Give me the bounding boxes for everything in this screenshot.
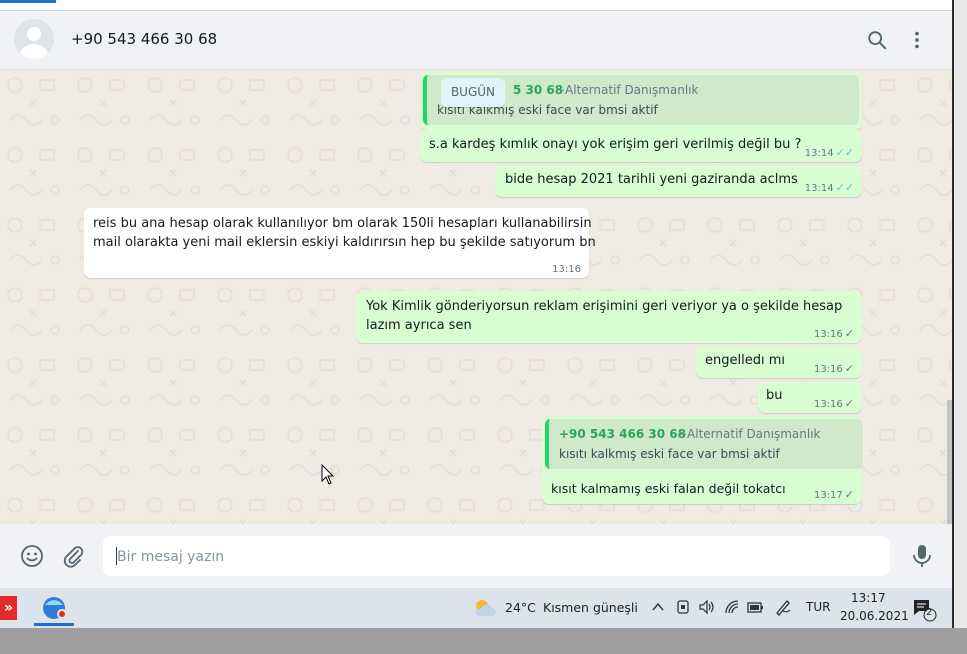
message-text: bu — [766, 388, 783, 403]
message-bubble-outgoing[interactable]: +90 543 466 30 68 ~Alternatif Danışmanlı… — [542, 416, 863, 504]
quoted-message[interactable]: +90 543 466 30 68 ~Alternatif Danışmanlı… — [545, 419, 863, 469]
message-text-line: reis bu ana hesap olarak kullanılıyor bm… — [93, 216, 592, 231]
message-meta: 13:14 ✓✓ — [805, 146, 854, 159]
attach-icon[interactable] — [61, 544, 85, 568]
message-text: kısıt kalmamış eski falan değil tokatcı — [551, 481, 786, 496]
single-check-sent-icon: ✓ — [844, 362, 854, 375]
message-time: 13:14 — [804, 183, 834, 194]
message-time: 13:16 — [813, 364, 843, 375]
message-bubble-outgoing[interactable]: bide hesap 2021 tarihli yeni gaziranda a… — [495, 165, 862, 197]
message-meta: 13:16 ✓ — [814, 397, 854, 410]
chat-header[interactable]: +90 543 466 30 68 — [0, 11, 952, 70]
quoted-sender: +90 543 466 30 68 — [559, 427, 686, 441]
search-icon[interactable] — [866, 29, 888, 51]
battery-icon[interactable] — [746, 600, 764, 614]
double-check-read-icon: ✓✓ — [835, 181, 854, 194]
message-input-box[interactable] — [103, 536, 890, 576]
quoted-sender-note: ~Alternatif Danışmanlık — [677, 427, 821, 441]
text-caret — [116, 547, 117, 565]
quoted-text: kısıtı kalkmış eski face var bmsi aktif — [559, 447, 780, 461]
message-time: 13:16 — [552, 264, 581, 275]
single-check-sent-icon: ✓ — [844, 397, 854, 410]
mouse-pointer-icon — [321, 464, 335, 485]
message-bubble-outgoing[interactable]: engelledı mı 13:16 ✓ — [696, 347, 862, 378]
message-text-line: mail olarakta yeni mail eklersin eskiyi … — [93, 235, 596, 250]
chevron-up-icon[interactable] — [651, 600, 665, 614]
weather-sun-cloud-icon[interactable] — [472, 596, 498, 620]
double-check-read-icon: ✓✓ — [835, 146, 854, 159]
clock-time[interactable]: 13:17 — [851, 591, 886, 605]
anydesk-icon[interactable]: » — [0, 596, 17, 620]
menu-dots-icon[interactable] — [906, 29, 928, 51]
message-meta: 13:16 ✓ — [814, 362, 854, 375]
message-input[interactable] — [115, 545, 879, 569]
window-right-edge — [952, 0, 967, 628]
wifi-icon[interactable] — [724, 599, 740, 615]
input-language[interactable]: TUR — [806, 600, 830, 614]
message-time: 13:16 — [813, 399, 843, 410]
whatsapp-web-window: +90 543 466 30 68 5 30 68 ~Alternatif Da… — [0, 0, 952, 588]
emoji-icon[interactable] — [20, 544, 44, 568]
message-bubble-outgoing[interactable]: Yok Kimlik gönderiyorsun reklam erişimin… — [356, 291, 862, 343]
browser-app-icon[interactable] — [34, 590, 74, 626]
message-text: engelledı mı — [705, 353, 785, 368]
clock-date[interactable]: 20.06.2021 — [840, 609, 909, 623]
message-meta: 13:14 ✓✓ — [805, 181, 854, 194]
microphone-icon[interactable] — [911, 543, 933, 569]
message-composer — [0, 524, 952, 588]
message-text-line: Yok Kimlik gönderiyorsun reklam erişimin… — [366, 299, 843, 314]
notification-icon[interactable] — [912, 598, 938, 622]
volume-icon[interactable] — [698, 599, 716, 615]
contact-name[interactable]: +90 543 466 30 68 — [71, 30, 217, 48]
single-check-sent-icon: ✓ — [844, 327, 854, 340]
message-time: 13:14 — [804, 148, 834, 159]
weather-description[interactable]: Kısmen güneşli — [543, 600, 638, 615]
message-time: 13:17 — [813, 490, 843, 501]
message-text: bide hesap 2021 tarihli yeni gaziranda a… — [505, 172, 798, 187]
pen-icon[interactable] — [774, 598, 792, 616]
single-check-sent-icon: ✓ — [844, 488, 854, 501]
message-text-line: lazım ayrıca sen — [366, 318, 472, 333]
message-meta: 13:16 ✓ — [814, 327, 854, 340]
notification-count: 2 — [926, 607, 933, 618]
weather-temperature[interactable]: 24°C — [505, 600, 536, 615]
browser-tab-strip — [0, 0, 952, 11]
quoted-sender-note: ~Alternatif Danışmanlık — [555, 83, 699, 97]
date-separator-chip: BUGÜN — [441, 78, 505, 107]
message-bubble-outgoing[interactable]: bu 13:16 ✓ — [758, 382, 862, 413]
message-bubble-incoming[interactable]: reis bu ana hesap olarak kullanılıyor bm… — [84, 208, 596, 278]
message-text: s.a kardeş kımlık onayı yok erişim geri … — [429, 137, 802, 152]
windows-taskbar: » 24°C Kısmen güneşli TUR 13:17 20.06.20… — [0, 588, 952, 628]
message-meta: 13:17 ✓ — [814, 488, 854, 501]
message-time: 13:16 — [813, 329, 843, 340]
chat-messages-area[interactable]: 5 30 68 ~Alternatif Danışmanlık kısıtı k… — [0, 70, 952, 524]
message-bubble-outgoing[interactable]: s.a kardeş kımlık onayı yok erişim geri … — [420, 130, 862, 162]
desktop-bottom-strip — [0, 628, 967, 654]
avatar-default-icon[interactable] — [14, 19, 54, 59]
meet-now-icon[interactable] — [676, 599, 690, 615]
active-tab-indicator[interactable] — [0, 0, 56, 3]
